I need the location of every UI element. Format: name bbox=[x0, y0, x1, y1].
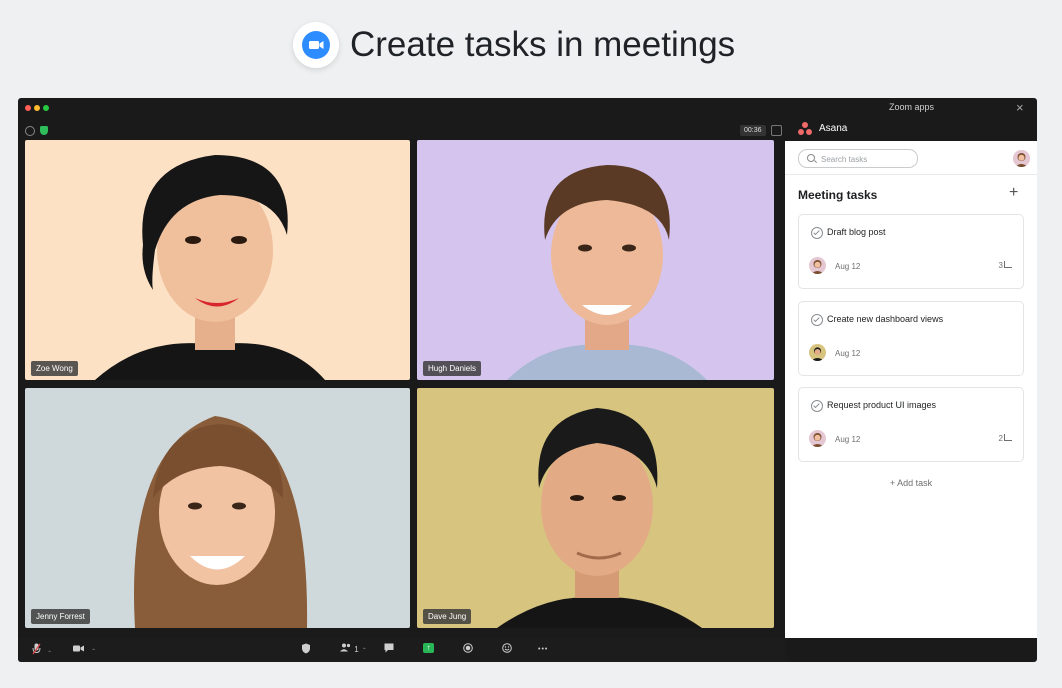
participant-tile[interactable]: Hugh Daniels bbox=[417, 140, 774, 380]
asana-logo-icon bbox=[798, 122, 812, 135]
subtask-icon bbox=[1004, 434, 1012, 441]
subtask-count: 2 bbox=[999, 434, 1012, 443]
add-icon[interactable]: + bbox=[1009, 184, 1018, 202]
check-circle-icon[interactable] bbox=[811, 314, 823, 326]
zoom-app-logo bbox=[293, 22, 339, 68]
encryption-shield-icon[interactable] bbox=[40, 126, 48, 135]
participant-tile[interactable]: Dave Jung bbox=[417, 388, 774, 628]
assignee-avatar bbox=[809, 430, 826, 447]
video-camera-icon[interactable]: ⌃ bbox=[73, 643, 96, 657]
info-icon[interactable] bbox=[25, 126, 35, 136]
meeting-timer: 00:36 bbox=[740, 125, 766, 136]
participant-name: Hugh Daniels bbox=[423, 361, 482, 376]
zoom-apps-title: Zoom apps bbox=[888, 102, 935, 112]
asana-app-header: Asana bbox=[785, 118, 1037, 141]
window-titlebar: Zoom apps × bbox=[18, 98, 1037, 118]
more-icon[interactable]: ••• bbox=[538, 643, 548, 657]
user-avatar[interactable] bbox=[1013, 150, 1030, 167]
task-card[interactable]: Request product UI images Aug 12 2 bbox=[798, 387, 1024, 462]
chat-icon[interactable] bbox=[384, 643, 394, 657]
check-circle-icon[interactable] bbox=[811, 400, 823, 412]
participant-name: Dave Jung bbox=[423, 609, 472, 624]
security-icon[interactable] bbox=[301, 643, 311, 657]
participant-video bbox=[25, 140, 410, 380]
maximize-window-button[interactable] bbox=[43, 105, 49, 111]
assignee-avatar bbox=[809, 344, 826, 361]
minimize-window-button[interactable] bbox=[34, 105, 40, 111]
due-date: Aug 12 bbox=[835, 262, 861, 271]
search-input[interactable] bbox=[819, 151, 917, 167]
participant-video bbox=[417, 140, 774, 380]
task-title: Draft blog post bbox=[827, 227, 886, 237]
due-date: Aug 12 bbox=[835, 435, 861, 444]
headline: Create tasks in meetings bbox=[0, 0, 1062, 96]
close-window-button[interactable] bbox=[25, 105, 31, 111]
participant-video bbox=[417, 388, 774, 628]
task-card[interactable]: Draft blog post Aug 12 3 bbox=[798, 214, 1024, 289]
record-icon[interactable] bbox=[463, 643, 473, 657]
participant-name: Zoe Wong bbox=[31, 361, 78, 376]
search-box[interactable] bbox=[798, 149, 918, 168]
due-date: Aug 12 bbox=[835, 349, 861, 358]
fullscreen-icon[interactable] bbox=[771, 125, 782, 136]
task-title: Create new dashboard views bbox=[827, 314, 944, 324]
asana-app-name: Asana bbox=[819, 123, 848, 134]
close-icon[interactable]: × bbox=[1016, 100, 1024, 115]
assignee-avatar bbox=[809, 257, 826, 274]
zoom-video-camera-icon bbox=[309, 41, 324, 49]
participant-name: Jenny Forrest bbox=[31, 609, 90, 624]
headline-title: Create tasks in meetings bbox=[350, 25, 736, 64]
search-icon bbox=[807, 154, 815, 162]
participant-video bbox=[25, 388, 410, 628]
section-title: Meeting tasks bbox=[798, 188, 878, 202]
reactions-icon[interactable] bbox=[502, 643, 512, 657]
divider bbox=[785, 174, 1037, 175]
task-card[interactable]: Create new dashboard views Aug 12 bbox=[798, 301, 1024, 376]
asana-side-panel: Meeting tasks + Draft blog post Aug 12 3… bbox=[785, 141, 1037, 638]
participant-tile[interactable]: Jenny Forrest bbox=[25, 388, 410, 628]
task-title: Request product UI images bbox=[827, 400, 937, 410]
subtask-count: 3 bbox=[999, 261, 1012, 270]
share-screen-icon[interactable]: ↑ bbox=[423, 643, 434, 653]
participant-tile[interactable]: Zoe Wong bbox=[25, 140, 410, 380]
zoom-window: Zoom apps × 00:36 Zoe Wong Hugh Daniels … bbox=[18, 98, 1037, 662]
microphone-icon[interactable]: ⌃ bbox=[32, 643, 52, 657]
subtask-icon bbox=[1004, 261, 1012, 268]
meeting-toolbar: ⌃ ⌃ 1 ⌃ ↑ ••• bbox=[18, 638, 785, 662]
add-task-button[interactable]: + Add task bbox=[785, 478, 1037, 488]
check-circle-icon[interactable] bbox=[811, 227, 823, 239]
participants-icon[interactable]: 1 ⌃ bbox=[340, 643, 367, 657]
